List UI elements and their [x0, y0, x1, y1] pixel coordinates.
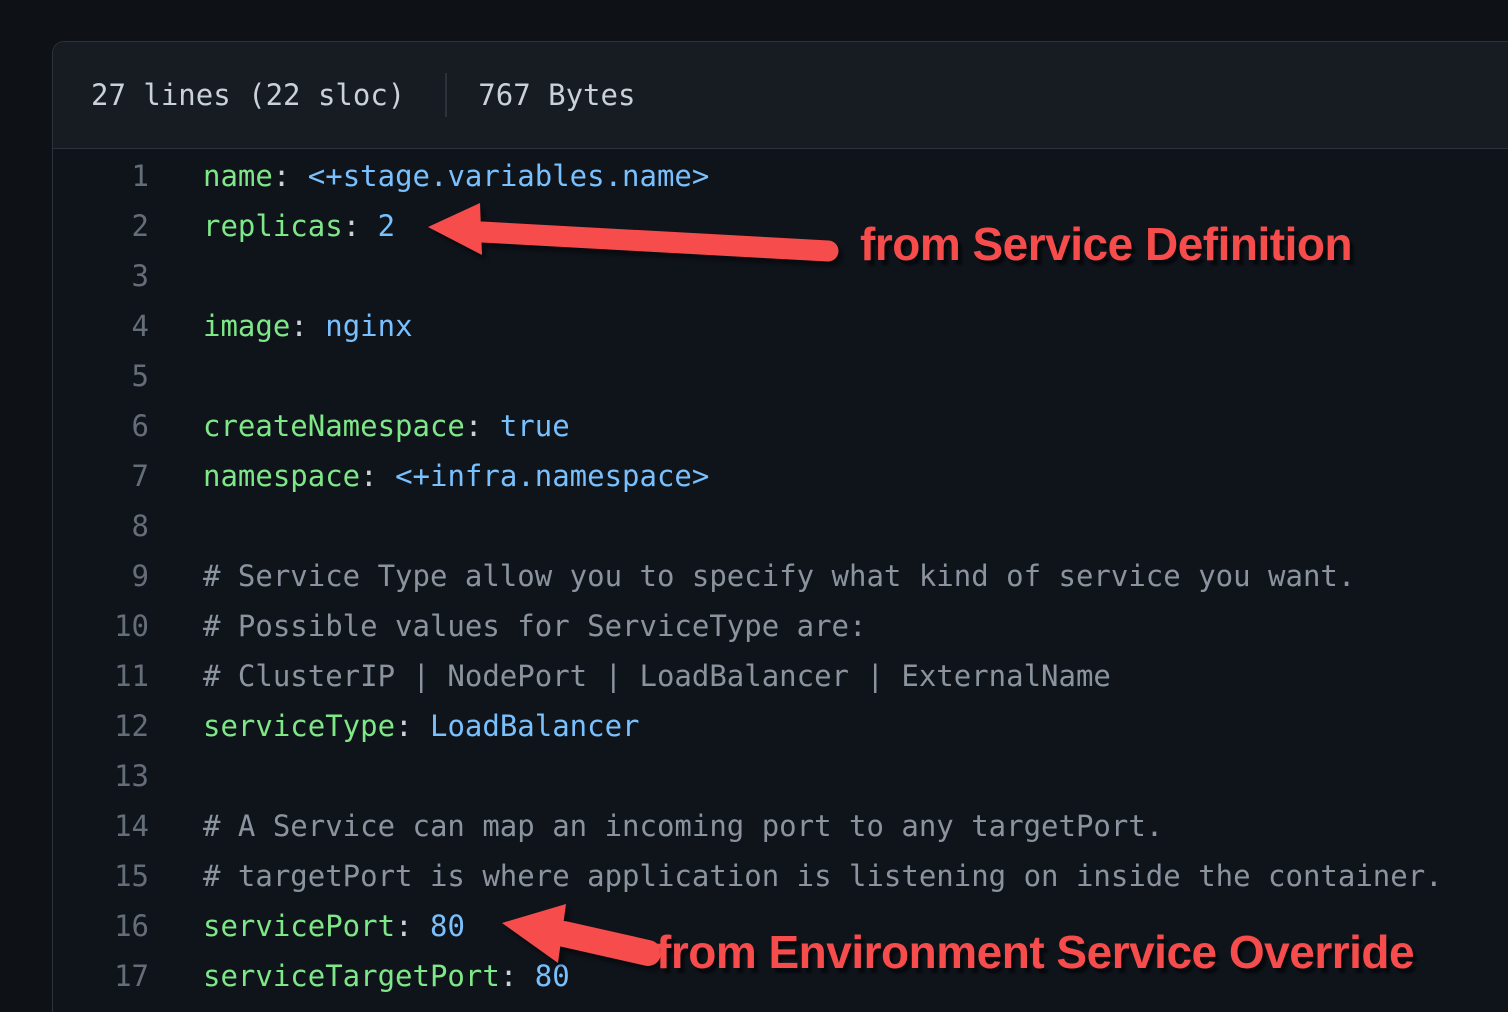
code-line: 2replicas: 2 — [53, 201, 1508, 251]
code-line: 1name: <+stage.variables.name> — [53, 151, 1508, 201]
code-content: image: nginx — [149, 301, 1508, 351]
code-line: 16servicePort: 80 — [53, 901, 1508, 951]
yaml-value: true — [500, 409, 570, 443]
code-content: # targetPort is where application is lis… — [149, 851, 1508, 901]
code-content: namespace: <+infra.namespace> — [149, 451, 1508, 501]
yaml-comment: # A Service can map an incoming port to … — [203, 809, 1163, 843]
code-line: 13 — [53, 751, 1508, 801]
line-number[interactable]: 7 — [53, 451, 149, 501]
file-size: 767 Bytes — [478, 78, 635, 112]
code-area: 1name: <+stage.variables.name>2replicas:… — [53, 151, 1508, 1001]
yaml-key: namespace — [203, 459, 360, 493]
line-number[interactable]: 16 — [53, 901, 149, 951]
yaml-value: 80 — [430, 909, 465, 943]
code-line: 17serviceTargetPort: 80 — [53, 951, 1508, 1001]
yaml-colon: : — [395, 909, 412, 943]
line-number[interactable]: 13 — [53, 751, 149, 801]
yaml-key: name — [203, 159, 273, 193]
code-content: replicas: 2 — [149, 201, 1508, 251]
code-content — [149, 751, 1508, 801]
page-background: 27 lines (22 sloc) 767 Bytes 1name: <+st… — [0, 0, 1508, 1012]
code-content: serviceType: LoadBalancer — [149, 701, 1508, 751]
line-number[interactable]: 15 — [53, 851, 149, 901]
code-line: 10 # Possible values for ServiceType are: — [53, 601, 1508, 651]
yaml-comment: # targetPort is where application is lis… — [203, 859, 1443, 893]
code-line: 7namespace: <+infra.namespace> — [53, 451, 1508, 501]
yaml-key: replicas — [203, 209, 343, 243]
code-content: name: <+stage.variables.name> — [149, 151, 1508, 201]
code-line: 9 # Service Type allow you to specify wha… — [53, 551, 1508, 601]
code-content: # A Service can map an incoming port to … — [149, 801, 1508, 851]
code-content — [149, 351, 1508, 401]
yaml-value: nginx — [325, 309, 412, 343]
line-number[interactable]: 6 — [53, 401, 149, 451]
yaml-colon: : — [273, 159, 290, 193]
code-line: 3 — [53, 251, 1508, 301]
header-divider — [445, 73, 447, 117]
line-number[interactable]: 17 — [53, 951, 149, 1001]
yaml-key: servicePort — [203, 909, 395, 943]
yaml-colon: : — [360, 459, 377, 493]
yaml-key: image — [203, 309, 290, 343]
code-table: 1name: <+stage.variables.name>2replicas:… — [53, 151, 1508, 1001]
yaml-value: <+stage.variables.name> — [308, 159, 710, 193]
line-number[interactable]: 14 — [53, 801, 149, 851]
line-number[interactable]: 8 — [53, 501, 149, 551]
code-content — [149, 251, 1508, 301]
code-content: # ClusterIP | NodePort | LoadBalancer | … — [149, 651, 1508, 701]
yaml-colon: : — [290, 309, 307, 343]
file-viewer: 27 lines (22 sloc) 767 Bytes 1name: <+st… — [52, 41, 1508, 1012]
yaml-comment: # Service Type allow you to specify what… — [203, 559, 1355, 593]
yaml-value: LoadBalancer — [430, 709, 640, 743]
line-number[interactable]: 11 — [53, 651, 149, 701]
yaml-colon: : — [395, 709, 412, 743]
yaml-colon: : — [500, 959, 517, 993]
code-content — [149, 501, 1508, 551]
code-line: 15 # targetPort is where application is l… — [53, 851, 1508, 901]
line-number[interactable]: 1 — [53, 151, 149, 201]
yaml-key: serviceTargetPort — [203, 959, 500, 993]
yaml-key: serviceType — [203, 709, 395, 743]
yaml-comment: # ClusterIP | NodePort | LoadBalancer | … — [203, 659, 1111, 693]
line-number[interactable]: 9 — [53, 551, 149, 601]
line-number[interactable]: 4 — [53, 301, 149, 351]
line-number[interactable]: 12 — [53, 701, 149, 751]
code-line: 11 # ClusterIP | NodePort | LoadBalancer … — [53, 651, 1508, 701]
file-header: 27 lines (22 sloc) 767 Bytes — [53, 42, 1508, 149]
file-line-count: 27 lines (22 sloc) — [91, 78, 405, 112]
code-content: # Service Type allow you to specify what… — [149, 551, 1508, 601]
yaml-comment: # Possible values for ServiceType are: — [203, 609, 866, 643]
line-number[interactable]: 5 — [53, 351, 149, 401]
yaml-key: createNamespace — [203, 409, 465, 443]
yaml-value: <+infra.namespace> — [395, 459, 709, 493]
line-number[interactable]: 10 — [53, 601, 149, 651]
yaml-colon: : — [465, 409, 482, 443]
code-line: 14 # A Service can map an incoming port t… — [53, 801, 1508, 851]
code-line: 6createNamespace: true — [53, 401, 1508, 451]
code-content: servicePort: 80 — [149, 901, 1508, 951]
code-line: 12serviceType: LoadBalancer — [53, 701, 1508, 751]
code-line: 4image: nginx — [53, 301, 1508, 351]
yaml-value: 2 — [378, 209, 395, 243]
code-content: createNamespace: true — [149, 401, 1508, 451]
line-number[interactable]: 2 — [53, 201, 149, 251]
line-number[interactable]: 3 — [53, 251, 149, 301]
code-content: serviceTargetPort: 80 — [149, 951, 1508, 1001]
code-content: # Possible values for ServiceType are: — [149, 601, 1508, 651]
code-line: 8 — [53, 501, 1508, 551]
code-line: 5 — [53, 351, 1508, 401]
code-table-body: 1name: <+stage.variables.name>2replicas:… — [53, 151, 1508, 1001]
yaml-value: 80 — [535, 959, 570, 993]
yaml-colon: : — [343, 209, 360, 243]
